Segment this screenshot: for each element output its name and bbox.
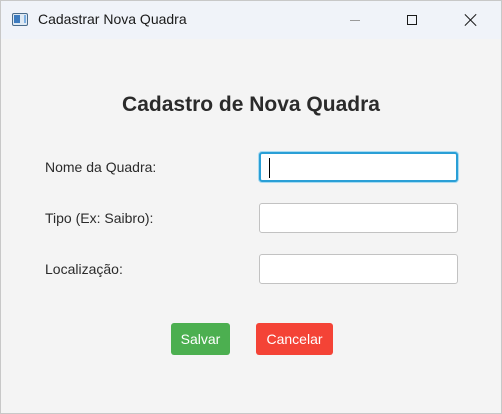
save-button[interactable]: Salvar (171, 323, 230, 355)
dialog-window: Cadastrar Nova Quadra Cadastro de Nova Q… (0, 0, 502, 414)
form-heading: Cadastro de Nova Quadra (122, 93, 380, 116)
app-window-icon (12, 13, 28, 26)
maximize-button[interactable] (389, 1, 435, 39)
minimize-icon (350, 19, 360, 21)
close-button[interactable] (447, 1, 493, 39)
close-icon (464, 14, 476, 26)
tipo-label: Tipo (Ex: Saibro): (45, 210, 154, 226)
maximize-icon (407, 15, 417, 25)
text-caret (269, 158, 270, 178)
tipo-input[interactable] (259, 203, 458, 233)
minimize-button[interactable] (332, 1, 378, 39)
title-bar[interactable]: Cadastrar Nova Quadra (1, 1, 501, 39)
window-title: Cadastrar Nova Quadra (38, 11, 187, 27)
localizacao-label: Localização: (45, 261, 123, 277)
nome-quadra-label: Nome da Quadra: (45, 159, 157, 175)
localizacao-input[interactable] (259, 254, 458, 284)
cancel-button[interactable]: Cancelar (256, 323, 333, 355)
nome-quadra-input[interactable] (259, 152, 458, 182)
